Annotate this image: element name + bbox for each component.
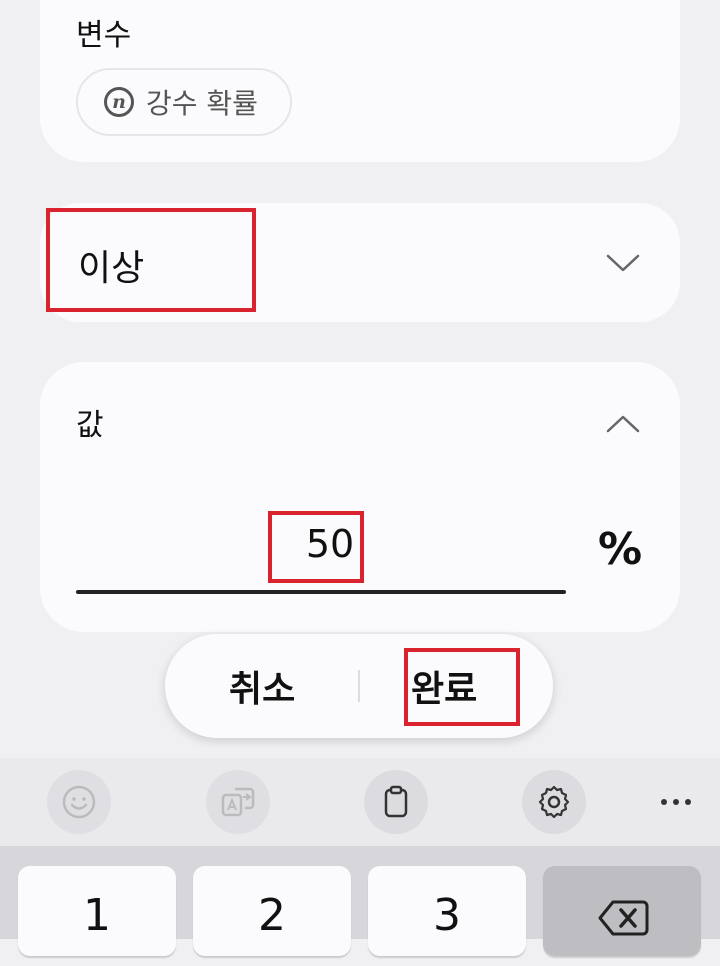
backspace-key[interactable]: [543, 866, 701, 956]
action-divider: [358, 670, 360, 702]
variable-label: 변수: [76, 18, 132, 53]
action-bar: 취소 완료: [165, 634, 553, 738]
value-card: 값 50 %: [40, 362, 680, 632]
condition-dropdown[interactable]: 이상: [40, 203, 680, 322]
condition-selected: 이상: [78, 248, 145, 289]
variable-chip[interactable]: n 강수 확률: [76, 68, 292, 136]
done-button[interactable]: 완료: [411, 660, 477, 712]
backspace-icon: [598, 900, 649, 936]
translate-icon[interactable]: [206, 770, 270, 834]
settings-icon[interactable]: [522, 770, 586, 834]
number-keyboard: 1 2 3: [0, 846, 720, 956]
n-variable-icon: n: [104, 87, 134, 117]
clipboard-icon[interactable]: [364, 770, 428, 834]
variable-card: 변수 n 강수 확률: [40, 0, 680, 162]
chevron-down-icon: [606, 254, 640, 272]
value-label: 값: [76, 408, 104, 443]
value-unit: %: [598, 524, 643, 575]
keyboard-toolbar: [0, 758, 720, 846]
chevron-up-icon[interactable]: [606, 414, 640, 434]
value-input[interactable]: 50: [280, 522, 380, 566]
more-icon[interactable]: [644, 770, 708, 834]
cancel-button[interactable]: 취소: [229, 660, 295, 712]
key-1[interactable]: 1: [18, 866, 176, 956]
variable-chip-label: 강수 확률: [146, 87, 258, 120]
value-input-underline: [76, 590, 566, 594]
emoji-icon[interactable]: [47, 770, 111, 834]
key-2[interactable]: 2: [193, 866, 351, 956]
key-3[interactable]: 3: [368, 866, 526, 956]
